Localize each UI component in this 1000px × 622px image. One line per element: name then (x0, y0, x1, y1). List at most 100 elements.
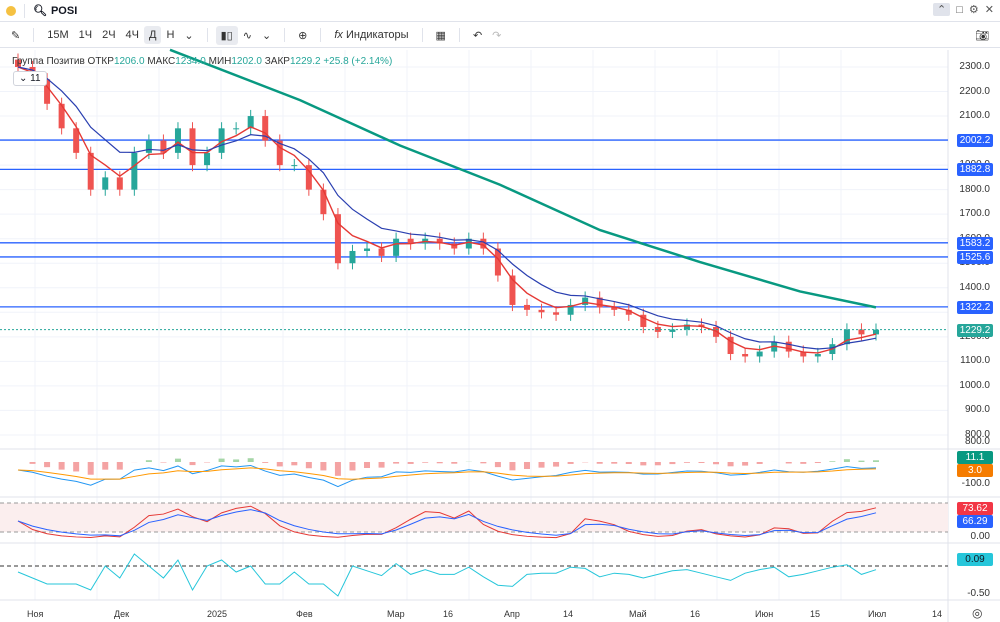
close-value: 1229.2 (289, 56, 321, 67)
macd-histogram-bar (858, 460, 865, 462)
macd-histogram-bar (320, 462, 327, 471)
price-tick: 1700.0 (959, 208, 990, 220)
time-axis-label: 15 (810, 609, 821, 619)
macd-signal-tag: 3.0 (957, 464, 993, 477)
macd-histogram-bar (509, 462, 516, 471)
candle-body (756, 351, 763, 357)
macd-histogram-bar (189, 462, 196, 466)
price-tick: 900.0 (964, 404, 990, 416)
macd-histogram-bar (145, 460, 152, 462)
macd-histogram-bar (44, 462, 51, 468)
time-axis-label: 16 (443, 609, 454, 619)
time-axis-label: 16 (690, 609, 701, 619)
level-price-tag: 1583.2 (957, 236, 993, 250)
macd-histogram-bar (727, 462, 734, 467)
price-tick: 2100.0 (959, 110, 990, 122)
candle-body (204, 152, 211, 166)
macd-histogram-bar (102, 462, 109, 470)
macd-histogram-bar (378, 462, 385, 468)
macd-histogram-bar (87, 462, 94, 475)
candle-body (364, 248, 371, 251)
level-price-tag: 1525.6 (957, 250, 993, 264)
candle-body (160, 140, 167, 153)
time-axis-label: 14 (932, 609, 943, 619)
candle-body (873, 329, 879, 335)
macd-histogram-bar (829, 461, 836, 462)
macd-histogram-bar (262, 462, 269, 463)
macd-histogram-bar (611, 462, 618, 464)
price-tick: 1400.0 (959, 281, 990, 293)
macd-histogram-bar (436, 462, 443, 464)
settings-icon: ◎ (972, 606, 983, 620)
macd-histogram-bar (800, 462, 807, 464)
macd-histogram-bar (276, 462, 283, 467)
stoch-k-tag: 73.62 (957, 502, 993, 515)
candle-body (582, 297, 589, 305)
stoch-d-tag: 66.29 (957, 515, 993, 528)
macd-histogram-bar (669, 462, 676, 465)
ohlc-legend: Группа Позитив ОТКР1206.0 МАКС1234.0 МИН… (12, 56, 392, 67)
candle-body (174, 128, 181, 153)
candle-body (538, 309, 545, 313)
last-price-tag: 1229.2 (957, 323, 993, 337)
macd-histogram-bar (596, 462, 603, 464)
price-tick: 2300.0 (959, 61, 990, 72)
indicator-count: 11 (30, 73, 41, 84)
candle-body (742, 354, 749, 357)
osc-line (17, 553, 877, 597)
macd-histogram-bar (29, 462, 36, 464)
macd-histogram-bar (538, 462, 545, 468)
candle-body (189, 128, 196, 166)
macd-histogram-bar (494, 462, 501, 468)
macd-histogram-bar (814, 462, 821, 464)
indicators-collapse-button[interactable]: ⌄ 11 (13, 71, 47, 86)
macd-histogram-bar (364, 462, 371, 468)
candle-body (233, 128, 240, 130)
open-label: ОТКР (87, 56, 114, 67)
candle-body (858, 329, 865, 335)
time-axis-label: Май (629, 609, 647, 619)
time-axis-label: 2025 (207, 609, 228, 619)
candle-body (291, 165, 298, 167)
instrument-name: Группа Позитив (12, 56, 85, 67)
stoch-tick: 0.00 (970, 531, 990, 542)
level-price-tag: 1882.8 (957, 163, 993, 177)
macd-histogram-bar (451, 462, 458, 464)
price-tick: 2200.0 (959, 85, 990, 97)
macd-histogram-bar (756, 462, 763, 464)
osc-tick: -0.50 (967, 588, 990, 599)
macd-tick: 800.0 (964, 436, 990, 447)
candle-body (523, 304, 530, 310)
macd-histogram-bar (523, 462, 530, 470)
macd-histogram-bar (291, 462, 298, 466)
low-value: 1202.0 (231, 56, 262, 67)
macd-histogram-bar (334, 462, 341, 476)
price-chart[interactable] (0, 0, 1000, 622)
stoch-band (0, 503, 948, 532)
candle-body (102, 177, 109, 190)
macd-histogram-bar (625, 462, 632, 465)
macd-histogram-bar (553, 462, 560, 467)
level-price-tag: 2002.2 (957, 134, 993, 148)
ma-long-line (169, 48, 877, 309)
macd-histogram-bar (480, 462, 487, 464)
macd-histogram-bar (247, 458, 254, 462)
macd-histogram-bar (174, 458, 181, 462)
time-axis-label: Июл (868, 609, 887, 619)
time-axis-label: Фев (296, 609, 313, 619)
macd-histogram-bar (233, 459, 240, 462)
candle-body (553, 312, 560, 315)
high-value: 1234.0 (175, 56, 206, 67)
macd-histogram-bar (116, 462, 123, 470)
low-label: МИН (208, 56, 232, 67)
time-axis-label: 14 (563, 609, 574, 619)
macd-histogram-bar (654, 462, 661, 466)
change-value: +25.8 (+2.14%) (323, 56, 393, 67)
ema-fast-line (17, 66, 877, 354)
level-price-tag: 1322.2 (957, 300, 993, 314)
macd-histogram-bar (698, 462, 705, 463)
macd-histogram-bar (422, 462, 429, 463)
price-tick: 1000.0 (959, 379, 990, 391)
candle-body (320, 189, 327, 215)
macd-signal-line (17, 467, 877, 480)
